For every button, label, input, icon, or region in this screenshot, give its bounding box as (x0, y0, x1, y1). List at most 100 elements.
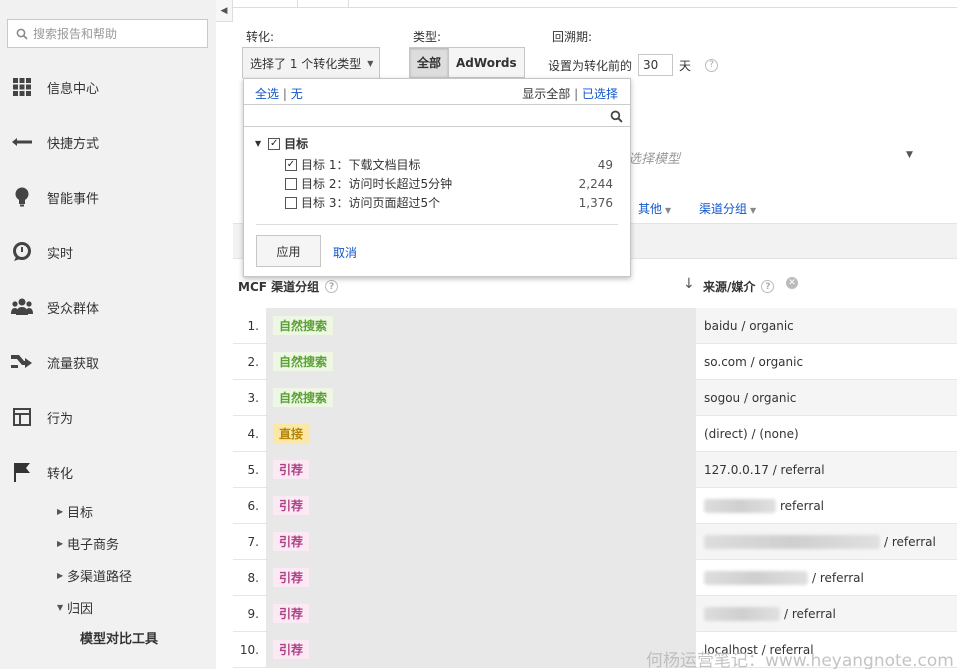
goal-option[interactable]: 目标 2：访问时长超过5分钟 2,244 (285, 175, 613, 192)
goal-option[interactable]: 目标 3：访问页面超过5个 1,376 (285, 194, 613, 211)
remove-dimension-icon[interactable]: ✕ (786, 277, 798, 289)
sidebar-item-behavior[interactable]: 行为 (0, 403, 216, 431)
table-row[interactable]: 8. 引荐 / referral (233, 560, 957, 596)
goal-count: 2,244 (578, 176, 613, 191)
goal-checkbox[interactable]: ✓ (285, 158, 297, 171)
lookback-window: 设置为转化前的 天 ? (548, 54, 719, 76)
table-row[interactable]: 7. 引荐 / referral (233, 524, 957, 560)
channel-tag[interactable]: 引荐 (273, 460, 310, 479)
sidebar-item-model-comparison[interactable]: 模型对比工具 (80, 628, 158, 647)
source-medium[interactable]: / referral (704, 571, 864, 585)
tab-divider (348, 0, 349, 8)
cancel-link[interactable]: 取消 (333, 244, 357, 261)
channel-tag[interactable]: 引荐 (273, 568, 310, 587)
table-row[interactable]: 5. 引荐 127.0.0.17 / referral (233, 452, 957, 488)
acquisition-icon (11, 351, 33, 373)
channel-tag[interactable]: 自然搜索 (273, 352, 334, 371)
dimension-other-label: 其他 (638, 202, 663, 216)
source-medium[interactable]: referral (704, 499, 824, 513)
channel-tag[interactable]: 引荐 (273, 640, 310, 659)
apply-button[interactable]: 应用 (256, 235, 321, 267)
lookback-days-input[interactable] (638, 54, 674, 76)
goal-option[interactable]: ✓ 目标 1：下载文档目标 49 (285, 156, 613, 173)
sidebar-item-intelligence[interactable]: 智能事件 (0, 183, 216, 211)
goal-checkbox[interactable] (285, 196, 297, 209)
select-none-link[interactable]: 无 (291, 87, 303, 101)
column-header-channel[interactable]: MCF 渠道分组 ? (238, 278, 339, 295)
sidebar-subitem-attribution[interactable]: ▼ 归因 (57, 598, 93, 617)
channel-tag[interactable]: 直接 (273, 424, 310, 443)
show-all-link[interactable]: 显示全部 (522, 87, 570, 101)
channel-tag[interactable]: 引荐 (273, 604, 310, 623)
source-medium-text: referral (780, 499, 825, 513)
conversion-label: 转化: (246, 30, 275, 44)
sidebar-item-label: 快捷方式 (47, 136, 100, 152)
channel-cell (266, 524, 729, 559)
type-all-button[interactable]: 全部 (409, 47, 450, 78)
model-select-placeholder[interactable]: 选择模型 (628, 148, 680, 167)
audience-icon (11, 296, 33, 318)
goal-count: 1,376 (578, 195, 613, 210)
sidebar-subitem-multichannel[interactable]: ▶ 多渠道路径 (57, 566, 132, 585)
caret-down-icon[interactable]: ▼ (906, 150, 913, 160)
goal-label: 目标 3：访问页面超过5个 (301, 196, 441, 210)
table-row[interactable]: 2. 自然搜索 so.com / organic (233, 344, 957, 380)
table-row[interactable]: 9. 引荐 / referral (233, 596, 957, 632)
table-row[interactable]: 4. 直接 (direct) / (none) (233, 416, 957, 452)
channel-tag[interactable]: 自然搜索 (273, 316, 334, 335)
sidebar-item-label: 信息中心 (47, 81, 100, 97)
table-row[interactable]: 3. 自然搜索 sogou / organic (233, 380, 957, 416)
sidebar-item-dashboard[interactable]: 信息中心 (0, 73, 216, 101)
source-medium[interactable]: / referral (704, 607, 836, 621)
sort-arrow-icon[interactable]: ↓ (683, 276, 695, 292)
sidebar-item-realtime[interactable]: 实时 (0, 238, 216, 266)
dimension-other-link[interactable]: 其他 ▼ (638, 200, 671, 217)
source-medium[interactable]: so.com / organic (704, 355, 803, 369)
help-icon[interactable]: ? (705, 58, 719, 72)
popover-search-input[interactable] (244, 104, 630, 127)
help-icon[interactable]: ? (325, 280, 339, 293)
select-all-link[interactable]: 全选 (255, 87, 279, 101)
channel-tag[interactable]: 引荐 (273, 532, 310, 551)
sidebar-subitem-label: 多渠道路径 (67, 570, 133, 585)
goal-checkbox[interactable] (285, 177, 297, 190)
source-medium-text: baidu / organic (704, 319, 794, 333)
goals-tree-root[interactable]: ▼ ✓ 目标 (255, 135, 308, 152)
show-selected-link[interactable]: 已选择 (582, 87, 618, 101)
separator: | (282, 87, 287, 101)
triangle-down-icon[interactable]: ▼ (255, 139, 261, 148)
sidebar-subitem-ecommerce[interactable]: ▶ 电子商务 (57, 534, 119, 553)
help-icon[interactable]: ? (761, 280, 775, 293)
column-header-source-medium[interactable]: 来源/媒介 ? (703, 278, 775, 295)
triangle-right-icon: ▶ (57, 507, 64, 516)
sidebar-item-audience[interactable]: 受众群体 (0, 293, 216, 321)
source-medium-text: / referral (812, 571, 864, 585)
sidebar-item-label: 转化 (47, 466, 74, 482)
lookback-suffix: 天 (679, 58, 692, 73)
sidebar-item-label: 流量获取 (47, 356, 100, 372)
separator: | (574, 87, 579, 101)
dimension-channel-link[interactable]: 渠道分组 ▼ (699, 200, 756, 217)
search-input[interactable]: 搜索报告和帮助 (7, 19, 208, 48)
source-medium[interactable]: 127.0.0.17 / referral (704, 463, 825, 477)
collapse-sidebar-button[interactable]: ◀ (216, 0, 233, 22)
shortcut-arrow-icon (11, 131, 33, 153)
channel-cell (266, 380, 729, 415)
source-medium[interactable]: sogou / organic (704, 391, 796, 405)
table-row[interactable]: 6. 引荐 referral (233, 488, 957, 524)
sidebar-subitem-goals[interactable]: ▶ 目标 (57, 502, 93, 521)
conversion-type-dropdown[interactable]: 选择了 1 个转化类型 ▼ (242, 47, 380, 78)
sidebar-item-conversions[interactable]: 转化 (0, 458, 216, 486)
source-medium[interactable]: baidu / organic (704, 319, 794, 333)
channel-tag[interactable]: 引荐 (273, 496, 310, 515)
source-medium[interactable]: / referral (704, 535, 936, 549)
row-number: 1. (247, 319, 259, 333)
redacted-source (704, 499, 776, 513)
goals-root-checkbox[interactable]: ✓ (268, 137, 281, 150)
sidebar-item-shortcuts[interactable]: 快捷方式 (0, 128, 216, 156)
channel-tag[interactable]: 自然搜索 (273, 388, 334, 407)
source-medium[interactable]: (direct) / (none) (704, 427, 799, 441)
sidebar-item-acquisition[interactable]: 流量获取 (0, 348, 216, 376)
type-adwords-button[interactable]: AdWords (449, 47, 525, 78)
table-row[interactable]: 1. 自然搜索 baidu / organic (233, 308, 957, 344)
